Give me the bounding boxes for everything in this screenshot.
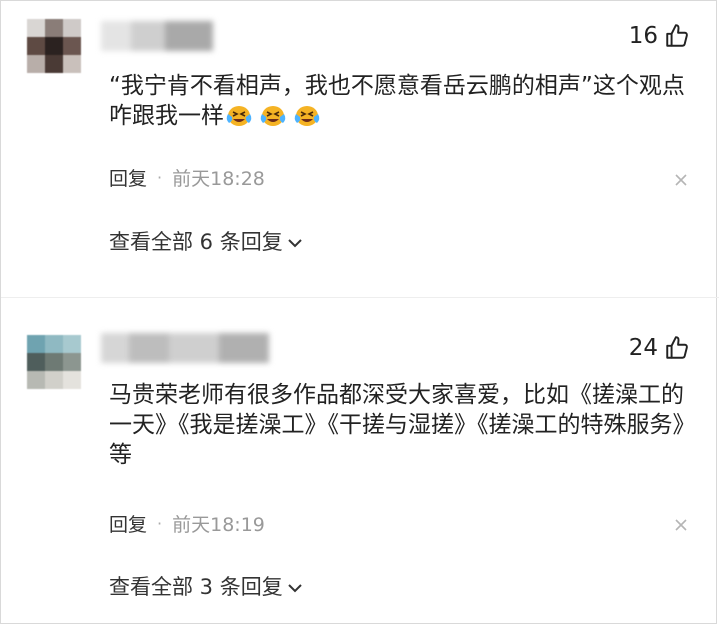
like-button[interactable]: 24: [629, 333, 690, 363]
view-all-replies-button[interactable]: 查看全部 3 条回复: [109, 571, 303, 601]
laughing-crying-emoji-icon: [294, 106, 320, 126]
view-all-replies-label: 查看全部 3 条回复: [109, 575, 283, 599]
reply-button[interactable]: 回复: [109, 164, 147, 191]
avatar[interactable]: [27, 19, 81, 73]
thumbs-up-icon: [666, 24, 688, 47]
close-icon[interactable]: [674, 518, 688, 532]
view-all-replies-label: 查看全部 6 条回复: [109, 230, 283, 254]
comment-panel: 16 “我宁肯不看相声，我也不愿意看岳云鹏的相声”这个观点咋跟我一样 回复 · …: [0, 0, 719, 624]
username-blurred[interactable]: [101, 333, 269, 363]
emoji-group: [224, 103, 326, 129]
like-count: 24: [628, 335, 658, 361]
comment-meta: 回复 · 前天18:19: [109, 509, 265, 537]
comment-meta: 回复 · 前天18:28: [109, 163, 265, 191]
thumbs-up-icon: [666, 336, 688, 359]
view-all-replies-button[interactable]: 查看全部 6 条回复: [109, 226, 303, 256]
like-count: 16: [628, 23, 658, 49]
chevron-down-icon: [288, 239, 302, 248]
username-blurred[interactable]: [101, 21, 213, 51]
reply-button[interactable]: 回复: [109, 510, 147, 537]
avatar[interactable]: [27, 335, 81, 389]
timestamp: 前天18:28: [172, 167, 265, 190]
timestamp: 前天18:19: [172, 513, 265, 536]
comment-text: “我宁肯不看相声，我也不愿意看岳云鹏的相声”这个观点咋跟我一样: [109, 73, 685, 129]
close-icon[interactable]: [674, 173, 688, 187]
chevron-down-icon: [288, 584, 302, 593]
like-button[interactable]: 16: [629, 21, 690, 51]
laughing-crying-emoji-icon: [260, 106, 286, 126]
separator-dot: ·: [157, 167, 163, 187]
comment-text: 马贵荣老师有很多作品都深受大家喜爱，比如《搓澡工的一天》《我是搓澡工》《干搓与湿…: [109, 382, 696, 468]
divider: [1, 297, 719, 298]
laughing-crying-emoji-icon: [226, 106, 252, 126]
separator-dot: ·: [157, 513, 163, 533]
